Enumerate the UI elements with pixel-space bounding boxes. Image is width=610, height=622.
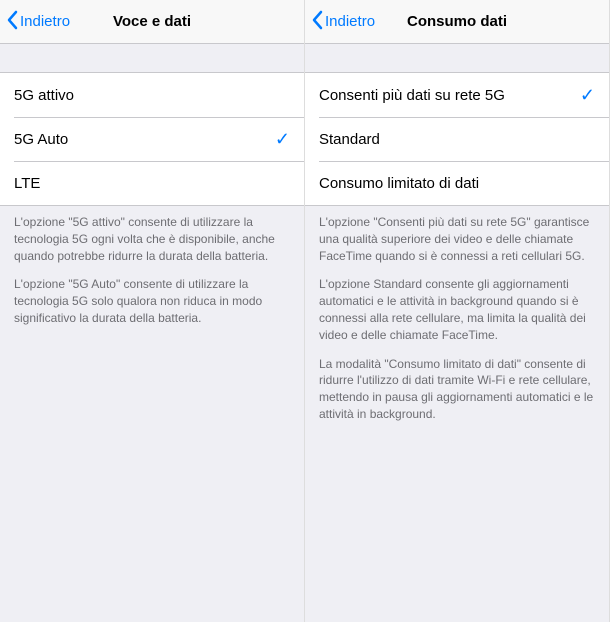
option-label: 5G Auto — [14, 131, 68, 148]
screen-data-usage: Indietro Consumo dati Consenti più dati … — [305, 0, 610, 622]
content: 5G attivo 5G Auto ✓ LTE L'opzione "5G at… — [0, 44, 304, 622]
option-list: Consenti più dati su rete 5G ✓ Standard … — [305, 72, 609, 206]
page-title: Consumo dati — [407, 13, 507, 30]
option-more-data-5g[interactable]: Consenti più dati su rete 5G ✓ — [305, 73, 609, 117]
option-label: LTE — [14, 175, 40, 192]
option-list: 5G attivo 5G Auto ✓ LTE — [0, 72, 304, 206]
content: Consenti più dati su rete 5G ✓ Standard … — [305, 44, 609, 622]
option-label: 5G attivo — [14, 87, 74, 104]
option-low-data[interactable]: Consumo limitato di dati — [305, 161, 609, 205]
chevron-left-icon — [311, 10, 323, 34]
footer-paragraph: L'opzione Standard consente gli aggiorna… — [319, 276, 595, 343]
back-label: Indietro — [20, 13, 70, 30]
checkmark-icon: ✓ — [275, 129, 290, 150]
option-label: Standard — [319, 131, 380, 148]
footer-text: L'opzione "5G attivo" consente di utiliz… — [0, 206, 304, 339]
footer-paragraph: La modalità "Consumo limitato di dati" c… — [319, 356, 595, 423]
back-button[interactable]: Indietro — [311, 10, 375, 34]
back-label: Indietro — [325, 13, 375, 30]
option-label: Consenti più dati su rete 5G — [319, 87, 505, 104]
footer-paragraph: L'opzione "5G attivo" consente di utiliz… — [14, 214, 290, 264]
back-button[interactable]: Indietro — [6, 10, 70, 34]
spacer — [0, 44, 304, 72]
chevron-left-icon — [6, 10, 18, 34]
option-standard[interactable]: Standard — [305, 117, 609, 161]
option-5g-attivo[interactable]: 5G attivo — [0, 73, 304, 117]
page-title: Voce e dati — [113, 13, 191, 30]
footer-text: L'opzione "Consenti più dati su rete 5G"… — [305, 206, 609, 435]
footer-paragraph: L'opzione "Consenti più dati su rete 5G"… — [319, 214, 595, 264]
navbar: Indietro Voce e dati — [0, 0, 304, 44]
option-label: Consumo limitato di dati — [319, 175, 479, 192]
option-5g-auto[interactable]: 5G Auto ✓ — [0, 117, 304, 161]
navbar: Indietro Consumo dati — [305, 0, 609, 44]
spacer — [305, 44, 609, 72]
checkmark-icon: ✓ — [580, 85, 595, 106]
screen-voice-data: Indietro Voce e dati 5G attivo 5G Auto ✓… — [0, 0, 305, 622]
option-lte[interactable]: LTE — [0, 161, 304, 205]
footer-paragraph: L'opzione "5G Auto" consente di utilizza… — [14, 276, 290, 326]
